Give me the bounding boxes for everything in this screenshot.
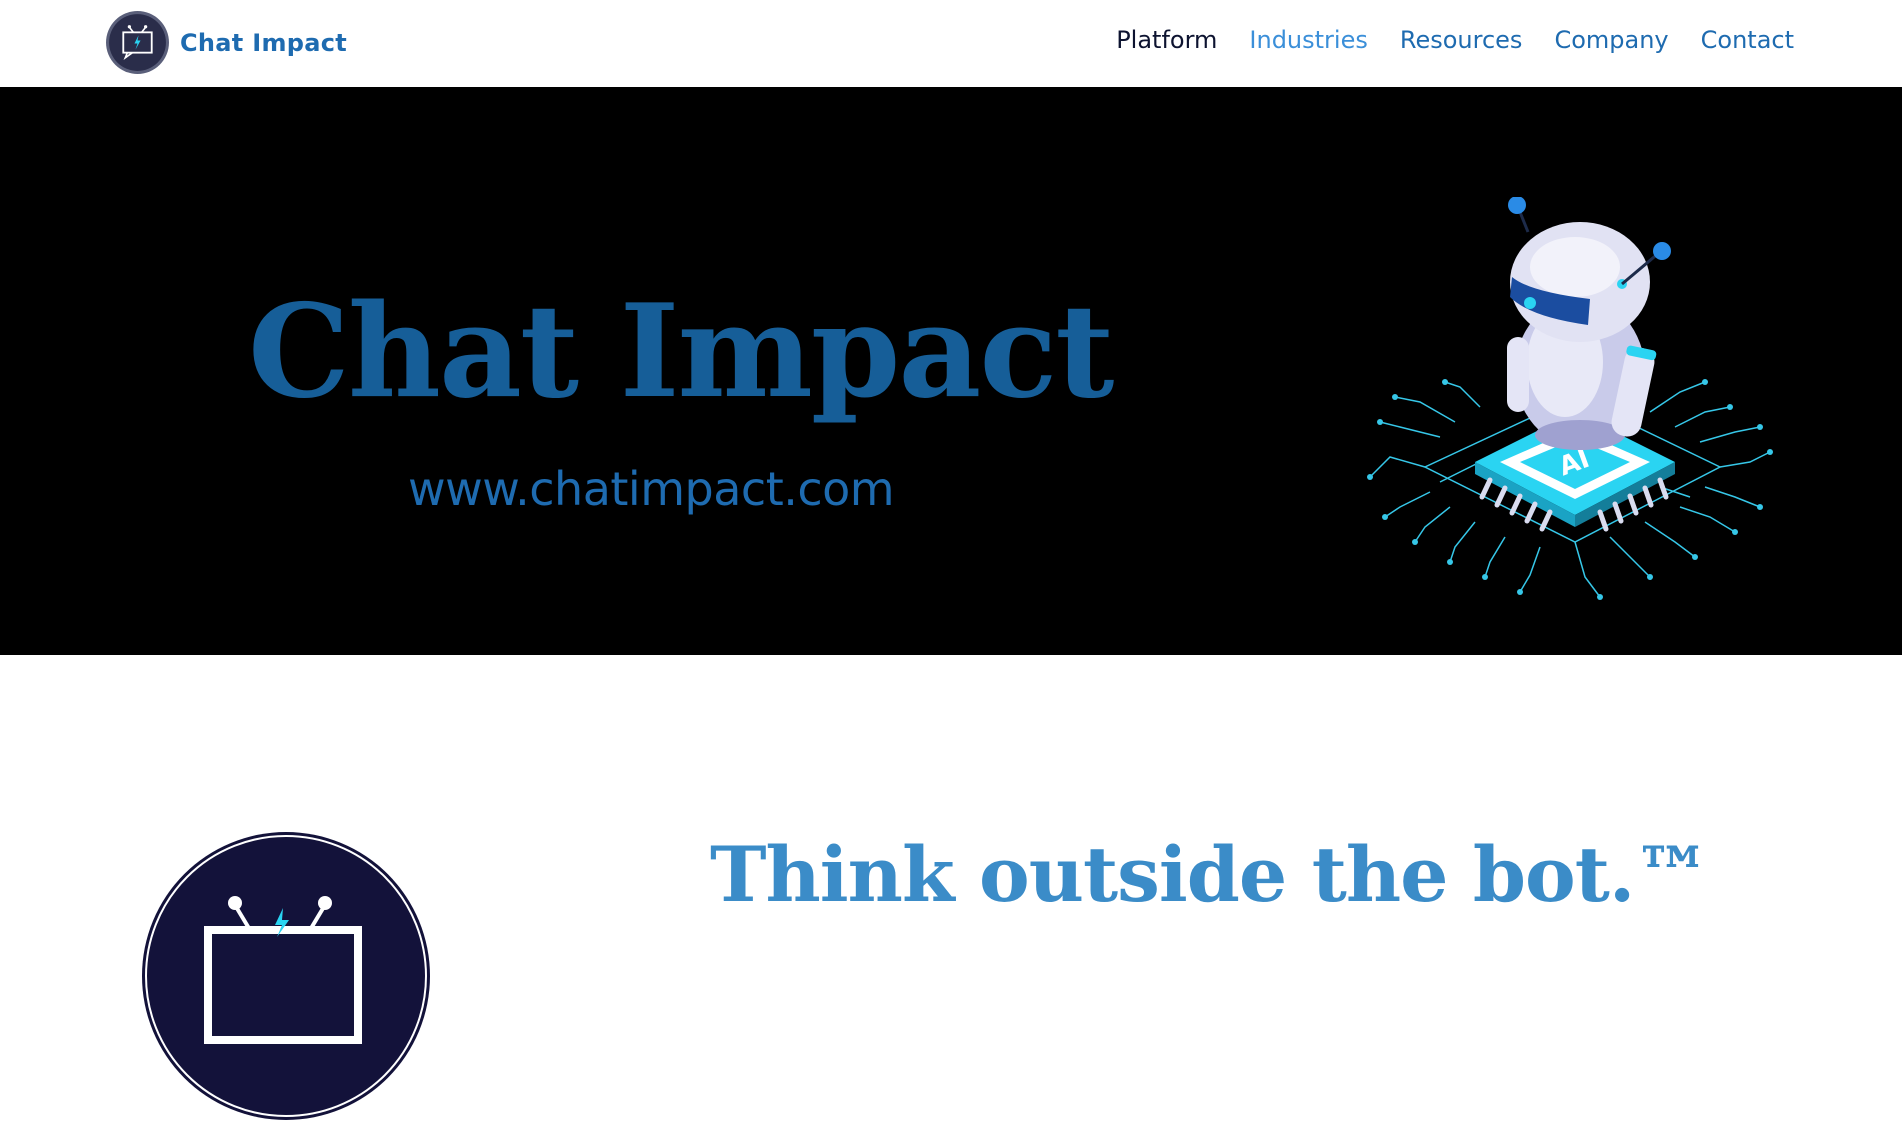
hero-banner: Chat Impact www.chatimpact.com AI [0,87,1902,655]
brand-logo[interactable]: Chat Impact [105,10,347,75]
hero-title: Chat Impact [248,277,1114,427]
nav-platform[interactable]: Platform [1116,26,1217,54]
nav-company[interactable]: Company [1554,26,1668,54]
hero-url[interactable]: www.chatimpact.com [408,462,895,516]
robot-circuit-illustration: AI [1367,197,1773,600]
nav-resources[interactable]: Resources [1400,26,1523,54]
nav-contact[interactable]: Contact [1701,26,1794,54]
tagline: Think outside the bot.™ [710,830,1710,919]
tv-chat-logo-icon [142,832,430,1120]
site-header: Chat Impact Platform Industries Resource… [0,0,1902,87]
brand-name: Chat Impact [180,28,348,57]
nav-industries[interactable]: Industries [1249,26,1367,54]
tv-chat-logo-icon [106,11,169,74]
main-nav: Platform Industries Resources Company Co… [1084,26,1794,54]
